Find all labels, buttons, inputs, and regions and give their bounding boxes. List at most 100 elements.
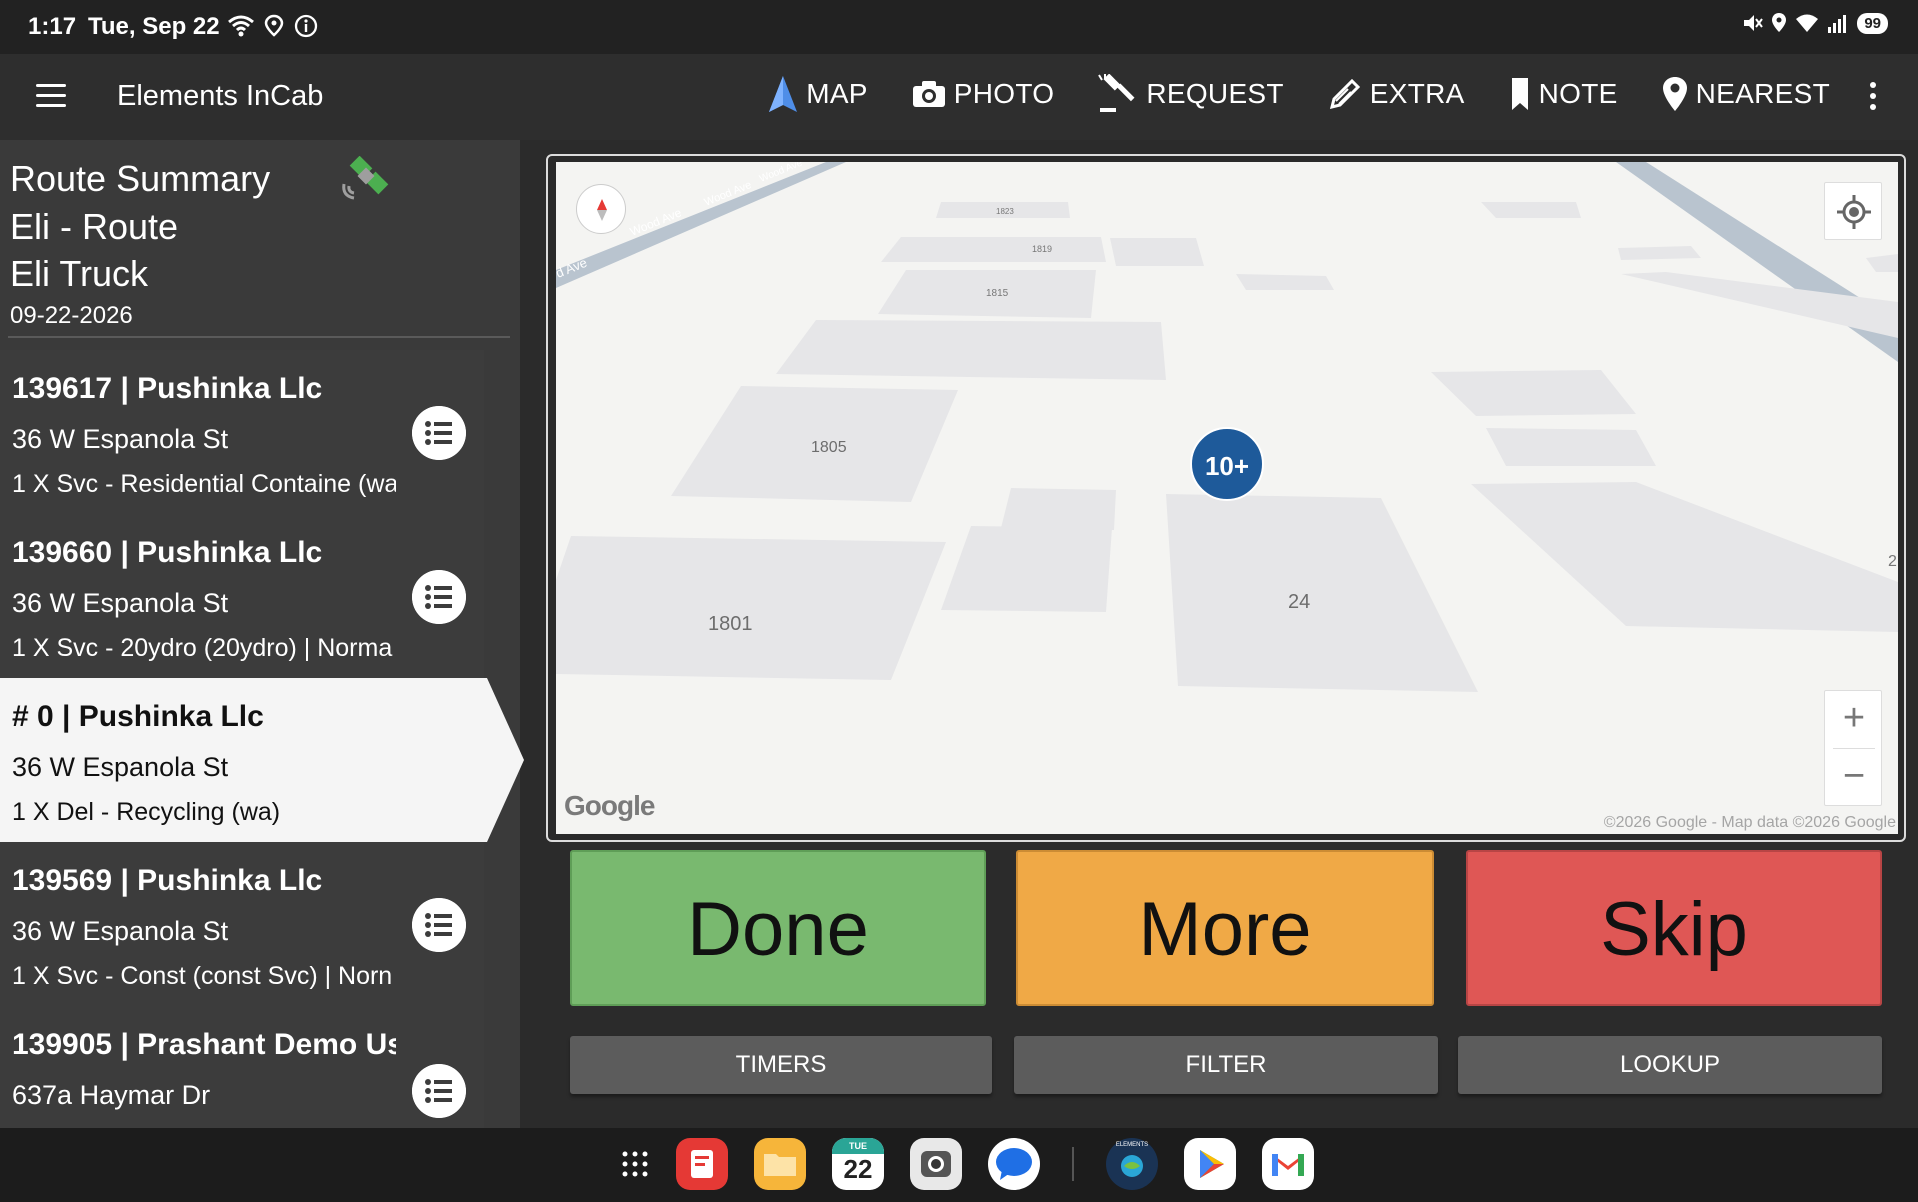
navigation-arrow-icon bbox=[769, 76, 798, 112]
toolbar-actions: MAP PHOTO REQUEST EXTRA NOTE NEAREST bbox=[768, 74, 1830, 114]
info-icon bbox=[294, 14, 318, 38]
building bbox=[1471, 482, 1898, 632]
map-view[interactable]: Wood Ave Wood Ave Wood Ave d Ave 1805 18… bbox=[556, 162, 1898, 834]
bookmark-icon bbox=[1511, 78, 1528, 110]
cell-signal-icon bbox=[1828, 15, 1847, 33]
stop-title: 139905 | Prashant Demo Us bbox=[12, 1028, 396, 1061]
building bbox=[776, 320, 1166, 380]
building-number: 2 bbox=[1888, 553, 1897, 570]
filter-button[interactable]: FILTER bbox=[1014, 1036, 1438, 1094]
timers-button[interactable]: TIMERS bbox=[570, 1036, 992, 1094]
play-store-app-icon[interactable] bbox=[1184, 1138, 1236, 1190]
status-left-icons bbox=[228, 14, 318, 38]
building bbox=[1481, 202, 1581, 218]
nearest-button-label: NEAREST bbox=[1695, 78, 1830, 109]
route-name: Eli - Route bbox=[10, 206, 179, 247]
compass-button[interactable] bbox=[576, 184, 626, 234]
zoom-in-button[interactable]: + bbox=[1825, 691, 1883, 748]
stop-title: 139569 | Pushinka Llc bbox=[12, 864, 323, 897]
gavel-icon bbox=[1098, 74, 1135, 112]
menu-icon[interactable] bbox=[36, 84, 66, 108]
play-store-icon bbox=[1200, 1150, 1224, 1178]
location-status-icon bbox=[264, 14, 284, 37]
stop-address: 36 W Espanola St bbox=[12, 916, 229, 946]
mute-icon bbox=[1744, 15, 1764, 31]
building-24 bbox=[1166, 494, 1478, 692]
stop-address: 36 W Espanola St bbox=[12, 424, 229, 454]
route-date: 09-22-2026 bbox=[10, 302, 133, 329]
notes-icon bbox=[691, 1150, 713, 1178]
stop-details-icon[interactable] bbox=[412, 898, 466, 952]
app-bar: Elements InCab MAP PHOTO REQUEST EXTRA N… bbox=[0, 54, 1918, 140]
files-app-icon[interactable] bbox=[754, 1138, 806, 1190]
calendar-app-icon[interactable]: TUE 22 bbox=[832, 1138, 884, 1190]
stop-title: 139660 | Pushinka Llc bbox=[12, 536, 323, 569]
stop-address: 36 W Espanola St bbox=[12, 752, 229, 782]
more-button[interactable]: More bbox=[1016, 850, 1434, 1006]
photo-button[interactable]: PHOTO bbox=[912, 78, 1055, 110]
request-button-label: REQUEST bbox=[1146, 78, 1284, 109]
mail-icon bbox=[1272, 1154, 1304, 1176]
building bbox=[1431, 370, 1636, 416]
messages-app-icon[interactable] bbox=[988, 1138, 1040, 1190]
stop-list[interactable]: 139617 | Pushinka Llc 36 W Espanola St 1… bbox=[0, 350, 524, 1128]
my-location-button[interactable] bbox=[1824, 182, 1882, 240]
marker-cluster[interactable]: 10+ bbox=[1190, 427, 1264, 501]
extra-button[interactable]: EXTRA bbox=[1328, 77, 1465, 111]
building bbox=[941, 526, 1112, 612]
zoom-out-button[interactable]: − bbox=[1825, 749, 1883, 806]
building bbox=[1866, 254, 1898, 272]
done-button[interactable]: Done bbox=[570, 850, 986, 1006]
map-button[interactable]: MAP bbox=[768, 75, 868, 113]
stop-address: 637a Haymar Dr bbox=[12, 1080, 211, 1110]
wifi-icon bbox=[228, 15, 254, 37]
building-number: 1805 bbox=[811, 439, 847, 456]
stop-item[interactable]: 139905 | Prashant Demo Us 637a Haymar Dr bbox=[0, 1006, 484, 1128]
stop-details-icon[interactable] bbox=[412, 406, 466, 460]
status-time: 1:17 bbox=[28, 13, 77, 40]
folder-icon bbox=[764, 1154, 796, 1176]
elements-incab-app-icon[interactable]: ELEMENTS bbox=[1106, 1138, 1158, 1190]
building-number: 1815 bbox=[986, 288, 1009, 299]
stop-title: 139617 | Pushinka Llc bbox=[12, 372, 323, 405]
lookup-button[interactable]: LOOKUP bbox=[1458, 1036, 1882, 1094]
incab-app-label: ELEMENTS bbox=[1115, 1142, 1149, 1148]
stop-item-selected[interactable]: # 0 | Pushinka Llc 36 W Espanola St 1 X … bbox=[0, 678, 524, 842]
building bbox=[1110, 238, 1204, 266]
crosshair-icon bbox=[1837, 195, 1871, 229]
building-number: 24 bbox=[1288, 591, 1310, 613]
skip-button[interactable]: Skip bbox=[1466, 850, 1882, 1006]
status-right-icons: 99 bbox=[1741, 12, 1888, 34]
note-button-label: NOTE bbox=[1538, 78, 1618, 109]
building bbox=[1001, 488, 1116, 530]
stop-title: # 0 | Pushinka Llc bbox=[12, 700, 264, 733]
map-frame: Wood Ave Wood Ave Wood Ave d Ave 1805 18… bbox=[546, 154, 1906, 842]
overflow-menu-icon[interactable] bbox=[1870, 82, 1878, 115]
stop-details-icon[interactable] bbox=[412, 1064, 466, 1118]
app-drawer-icon[interactable] bbox=[620, 1149, 650, 1179]
wifi-signal-icon bbox=[1796, 14, 1819, 32]
route-summary-title: Route Summary bbox=[10, 158, 271, 199]
camera-app-icon[interactable] bbox=[910, 1138, 962, 1190]
notes-app-icon[interactable] bbox=[676, 1138, 728, 1190]
building bbox=[881, 237, 1106, 262]
nearest-button[interactable]: NEAREST bbox=[1662, 76, 1830, 112]
stop-item[interactable]: 139660 | Pushinka Llc 36 W Espanola St 1… bbox=[0, 514, 484, 678]
route-summary[interactable]: Route Summary Eli - Route Eli Truck 09-2… bbox=[0, 140, 510, 338]
gmail-app-icon[interactable] bbox=[1262, 1138, 1314, 1190]
battery-indicator: 99 bbox=[1857, 12, 1888, 34]
note-button[interactable]: NOTE bbox=[1509, 77, 1618, 111]
request-button[interactable]: REQUEST bbox=[1098, 74, 1283, 114]
status-bar: 1:17 Tue, Sep 22 99 bbox=[0, 0, 1918, 54]
app-title: Elements InCab bbox=[117, 80, 324, 112]
stop-item[interactable]: 139569 | Pushinka Llc 36 W Espanola St 1… bbox=[0, 842, 484, 1006]
building-number: 1801 bbox=[708, 613, 753, 635]
pencil-icon bbox=[1329, 78, 1360, 110]
compass-icon bbox=[597, 199, 607, 221]
summary-divider bbox=[8, 336, 510, 338]
stop-details-icon[interactable] bbox=[412, 570, 466, 624]
building-1801 bbox=[556, 536, 946, 680]
map-button-label: MAP bbox=[806, 78, 868, 109]
stop-item[interactable]: 139617 | Pushinka Llc 36 W Espanola St 1… bbox=[0, 350, 484, 514]
location-on-icon bbox=[1772, 13, 1787, 32]
